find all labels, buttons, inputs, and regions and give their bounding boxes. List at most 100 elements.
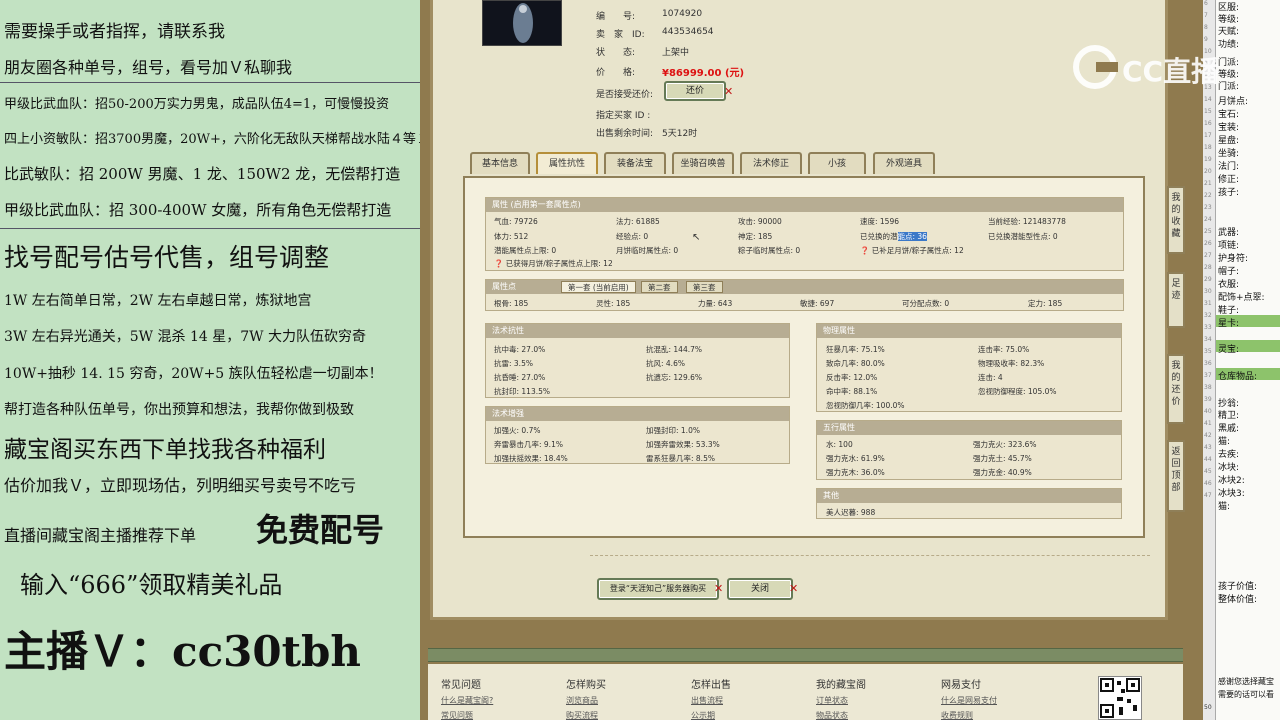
sheet-label: 项链:: [1218, 241, 1240, 251]
promo-panel: 需要操手或者指挥，请联系我 朋友圈各种单号，组号，看号加Ｖ私聊我 甲级比武血队：…: [0, 0, 429, 720]
logo-text: CC直播: [1122, 55, 1220, 88]
tab-appearance[interactable]: 外观道具: [873, 152, 935, 174]
streamer-contact: 主播Ｖ：cc30tbh: [4, 627, 361, 676]
mouse-cursor-icon: ↖: [692, 232, 701, 243]
promo-line: 藏宝阁买东西下单找我各种福利: [4, 437, 326, 463]
footer-title: 我的藏宝阁: [816, 680, 866, 691]
section-header: 五行属性: [817, 421, 1121, 435]
price-value: ¥86999.00 (元): [662, 68, 745, 79]
help-icon[interactable]: ❓: [494, 259, 503, 268]
attr-cell: 已兑换的潜能点: 36: [860, 231, 927, 242]
footer-link[interactable]: 什么是藏宝阁?: [441, 695, 493, 706]
promo-line: 输入“666”领取精美礼品: [20, 571, 283, 599]
attr-cell: ❓ 已获得月饼/粽子属性点上限: 12: [494, 258, 613, 269]
tab-children[interactable]: 小孩: [808, 152, 866, 174]
close-icon: ✕: [714, 582, 724, 595]
seller-id: 443534654: [662, 27, 714, 37]
spreadsheet-sidebar: 区服: 等级: 天赋: 功绩: 门派: 等级: 门派: 月饼点: 宝石: 宝装:…: [1215, 0, 1280, 720]
attr-cell: 根骨: 185: [494, 299, 529, 308]
attr-cell: 可分配点数: 0: [902, 299, 950, 308]
sheet-label: 宝装:: [1218, 123, 1240, 133]
attr-cell: 抗遗忘: 129.6%: [646, 373, 703, 382]
attr-cell: 加强扶摇效果: 18.4%: [494, 454, 568, 463]
footer-link[interactable]: 订单状态: [816, 695, 848, 706]
sheet-label: 星卡:: [1218, 319, 1240, 329]
chat-text: 需要的话可以看: [1218, 690, 1274, 699]
sheet-label: 月饼点:: [1218, 97, 1249, 107]
promo-line: 甲级比武血队：招50-200万实力男鬼，成品队伍4=1，可慢慢投资: [4, 97, 390, 112]
attr-cell: 狂暴几率: 75.1%: [826, 345, 885, 354]
sheet-label: 帽子:: [1218, 267, 1240, 277]
attr-cell: 敏捷: 697: [800, 299, 835, 308]
attr-cell: 抗昏睡: 27.0%: [494, 373, 546, 382]
close-button[interactable]: 关闭: [727, 578, 793, 600]
section-header: 其他: [817, 489, 1121, 503]
points-tab-1[interactable]: 第一套 (当前启用): [561, 281, 636, 293]
attr-cell: 抗中毒: 27.0%: [494, 345, 546, 354]
sheet-label: 冰块:: [1218, 463, 1240, 473]
tab-attributes[interactable]: 属性抗性: [536, 152, 598, 174]
item-id: 1074920: [662, 9, 703, 19]
status-value: 上架中: [662, 48, 690, 58]
back-to-top-button[interactable]: 返回顶部: [1167, 440, 1185, 512]
tab-basic-info[interactable]: 基本信息: [470, 152, 530, 174]
points-tab-3[interactable]: 第三套: [686, 281, 723, 293]
attr-cell: 月饼临时属性点: 0: [616, 246, 679, 255]
attr-cell: 抗雷: 3.5%: [494, 359, 533, 368]
footer-link[interactable]: 公示期: [691, 710, 715, 720]
sheet-label: 冰块3:: [1218, 489, 1245, 499]
tab-spell-mods[interactable]: 法术修正: [740, 152, 802, 174]
time-value: 5天12时: [662, 129, 698, 139]
close-icon: ✕: [724, 85, 734, 98]
sheet-label: 黑戚:: [1218, 424, 1240, 434]
attr-cell: 忽视防御几率: 100.0%: [826, 401, 905, 410]
attr-cell: 当前经验: 121483778: [988, 217, 1066, 226]
sheet-label: 灵宝:: [1218, 345, 1240, 355]
row-numbers: 6 7 8 9 10 11 12 13 14 15 16 17 18 19 20 21 22 23 24 25 26 27…: [1203, 0, 1215, 720]
favorites-button[interactable]: 我的收藏: [1167, 186, 1185, 254]
seller-label: 卖 家 ID:: [596, 30, 645, 40]
tab-equipment[interactable]: 装备法宝: [604, 152, 666, 174]
sheet-label: 冰块2:: [1218, 476, 1245, 486]
sheet-label: 配饰+点翠:: [1218, 293, 1265, 303]
sheet-label: 修正:: [1218, 175, 1240, 185]
footer-link[interactable]: 常见问题: [441, 710, 473, 720]
close-icon: ✕: [789, 582, 799, 595]
attr-cell: 连击率: 75.0%: [978, 345, 1030, 354]
divider: [0, 82, 420, 83]
section-header: 法术抗性: [486, 324, 789, 338]
attr-cell: 命中率: 88.1%: [826, 387, 878, 396]
login-buy-button[interactable]: 登录“天涯知己”服务器购买: [597, 578, 719, 600]
item-id-label: 编 号:: [596, 12, 636, 22]
attr-cell: 神定: 185: [738, 232, 773, 241]
time-label: 出售剩余时间:: [596, 129, 654, 139]
footer-link[interactable]: 收费规则: [941, 710, 973, 720]
help-icon[interactable]: ❓: [860, 246, 869, 255]
tab-mounts[interactable]: 坐骑召唤兽: [672, 152, 734, 174]
attr-cell: 潜能属性点上限: 0: [494, 246, 557, 255]
attr-cell: 加强封印: 1.0%: [646, 426, 700, 435]
attr-cell-text: 已兑换的潜: [860, 232, 898, 241]
footer-link[interactable]: 浏览商品: [566, 695, 598, 706]
points-tab-2[interactable]: 第二套: [641, 281, 678, 293]
bargain-button[interactable]: 还价: [664, 81, 726, 101]
footer-link[interactable]: 物品状态: [816, 710, 848, 720]
promo-highlight: 免费配号: [256, 511, 385, 549]
attr-cell: 抗风: 4.6%: [646, 359, 685, 368]
attr-cell: 反击率: 12.0%: [826, 373, 878, 382]
promo-line: 3W 左右异光通关，5W 混杀 14 星，7W 大力队伍砍穷奇: [4, 329, 366, 345]
attr-cell: 奔雷暴击几率: 9.1%: [494, 440, 563, 449]
scroll-strip[interactable]: [1185, 0, 1203, 720]
footprint-button[interactable]: 足迹: [1167, 272, 1185, 328]
attr-cell: 加强火: 0.7%: [494, 426, 541, 435]
attr-cell: 速度: 1596: [860, 217, 899, 226]
attr-cell: 法力: 61885: [616, 217, 660, 226]
watermark-logo: CC直播: [1072, 44, 1252, 90]
footer-link[interactable]: 购买流程: [566, 710, 598, 720]
footer-link[interactable]: 出售流程: [691, 695, 723, 706]
attr-cell: 已兑换潜能型性点: 0: [988, 232, 1058, 241]
promo-line: 找号配号估号代售，组号调整: [4, 243, 330, 272]
promo-line: 帮打造各种队伍单号，你出预算和想法，我帮你做到极致: [4, 402, 354, 418]
my-bargain-button[interactable]: 我的还价: [1167, 354, 1185, 424]
footer-link[interactable]: 什么是网易支付: [941, 695, 997, 706]
